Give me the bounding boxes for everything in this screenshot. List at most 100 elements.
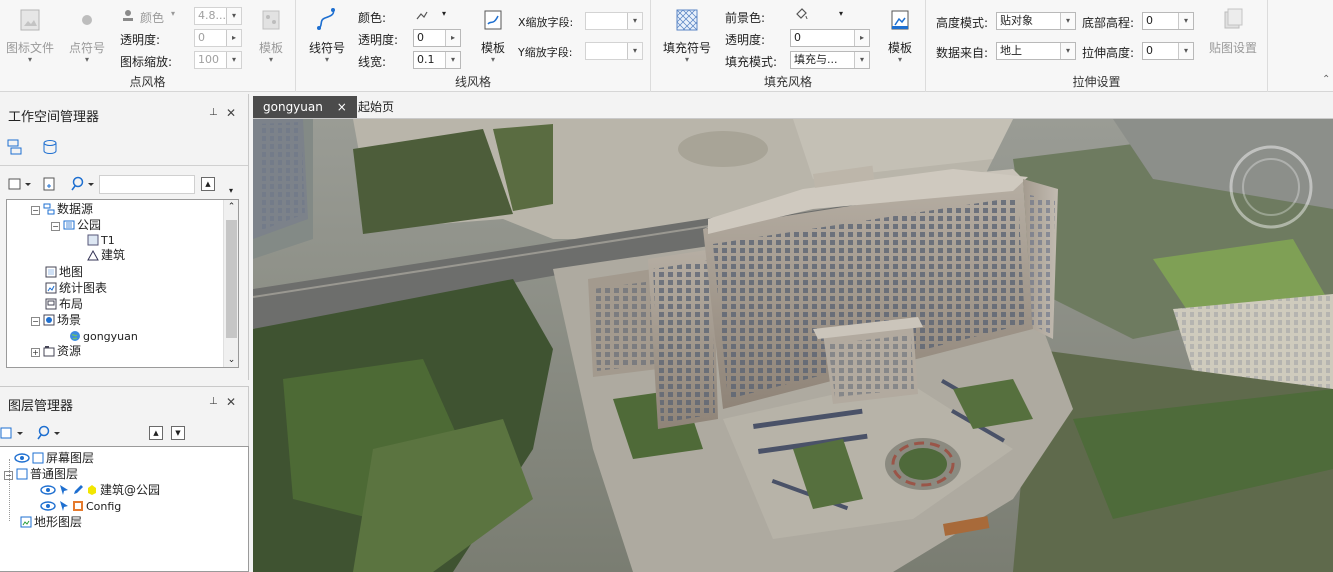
layer-config[interactable]: Config — [40, 499, 121, 514]
workspace-collapse-button[interactable]: ▲ — [201, 177, 215, 191]
visible-eye-icon[interactable] — [40, 500, 56, 512]
layer-terrain[interactable]: 地形图层 — [20, 515, 82, 530]
line-template-icon — [484, 10, 502, 30]
tree-node-building[interactable]: 建筑 — [87, 248, 125, 263]
texture-settings-button[interactable]: 贴图设置 — [1202, 6, 1264, 56]
paint-bucket-icon[interactable] — [793, 6, 809, 22]
scrollbar-thumb[interactable] — [226, 220, 237, 338]
tree-node-park[interactable]: − 公园 — [51, 218, 101, 233]
workspace-more-icon[interactable]: ▾ — [229, 186, 233, 195]
terrain-layer-icon — [20, 516, 32, 528]
screen-layer-icon — [32, 452, 44, 464]
layer-pin-icon[interactable]: ⊥ — [209, 396, 218, 407]
grid-dataset-icon — [87, 234, 99, 246]
tree-node-map[interactable]: 地图 — [45, 265, 83, 280]
layer-close-icon[interactable]: ✕ — [226, 395, 236, 409]
tree-node-resource[interactable]: + 资源 — [31, 344, 81, 359]
workspace-tree-view-icon[interactable] — [6, 138, 24, 156]
workspace-search-input[interactable] — [99, 175, 195, 194]
workspace-stack-icon[interactable] — [40, 138, 58, 156]
point-size-field[interactable]: 4.8... ▾ — [194, 7, 242, 25]
layer-screen[interactable]: 屏幕图层 — [14, 451, 94, 466]
extrude-height-label: 拉伸高度: — [1082, 46, 1135, 60]
layer-add-icon[interactable] — [0, 426, 26, 440]
line-color-picker-icon[interactable] — [414, 7, 430, 23]
scene-icon — [43, 314, 55, 326]
tree-node-t1[interactable]: T1 — [87, 233, 115, 248]
line-template-button[interactable]: 模板 ▾ — [474, 6, 512, 64]
x-scale-field[interactable]: ▾ — [585, 12, 643, 30]
point-icon-scale-label: 图标缩放: — [120, 55, 173, 69]
tab-gongyuan[interactable]: gongyuan × — [253, 96, 357, 118]
bottom-elevation-label: 底部高程: — [1082, 16, 1135, 30]
fill-transparency-field[interactable]: 0 ▸ — [790, 29, 870, 47]
workspace-divider — [0, 165, 248, 166]
map-icon — [45, 266, 57, 278]
line-transparency-label: 透明度: — [358, 33, 399, 47]
tab-close-icon[interactable]: × — [337, 100, 347, 114]
region-dataset-icon — [87, 249, 99, 261]
extrude-settings-group: 高度模式: 贴对象 ▾ 底部高程: 0 ▾ 数据来自: 地上 ▾ 拉伸高度: 0 ▾ 贴… — [926, 0, 1268, 92]
line-width-label: 线宽: — [358, 55, 387, 69]
point-color-dropdown-arrow[interactable]: ▾ — [171, 9, 175, 18]
database-icon — [63, 220, 75, 230]
height-mode-label: 高度模式: — [936, 16, 989, 30]
document-tabs: gongyuan × 起始页 — [253, 94, 1333, 119]
line-symbol-button[interactable]: 线符号 ▾ — [302, 6, 352, 64]
line-color-label: 颜色: — [358, 11, 387, 25]
tree-node-datasource[interactable]: − 数据源 — [31, 202, 93, 217]
y-scale-field[interactable]: ▾ — [585, 42, 643, 60]
extrude-settings-group-title: 拉伸设置 — [1072, 75, 1121, 89]
icon-file-button[interactable]: 图标文件 ▾ — [4, 6, 56, 64]
fill-transparency-label: 透明度: — [725, 33, 766, 47]
tab-start-page[interactable]: 起始页 — [348, 96, 404, 118]
fill-symbol-button[interactable]: 填充符号 ▾ — [657, 6, 717, 64]
layer-move-down-button[interactable]: ▼ — [171, 426, 185, 440]
workspace-search-icon[interactable] — [70, 176, 96, 192]
point-template-button[interactable]: 模板 ▾ — [252, 6, 290, 64]
height-mode-select[interactable]: 贴对象 ▾ — [996, 12, 1076, 30]
point-transparency-field[interactable]: 0 ▸ — [194, 29, 242, 47]
workspace-new-icon[interactable] — [42, 177, 58, 191]
point-icon-scale-field[interactable]: 100 ▾ — [194, 51, 242, 69]
template-icon — [262, 10, 280, 30]
tree-node-chart[interactable]: 统计图表 — [45, 281, 107, 296]
line-transparency-field[interactable]: 0 ▸ — [413, 29, 461, 47]
line-style-group-title: 线风格 — [454, 75, 491, 89]
bottom-elevation-field[interactable]: 0 ▾ — [1142, 12, 1194, 30]
point-color-label[interactable]: 颜色 — [140, 9, 164, 26]
tree-node-layout[interactable]: 布局 — [45, 297, 83, 312]
selectable-cursor-icon[interactable] — [58, 500, 70, 512]
visible-eye-icon[interactable] — [14, 452, 30, 464]
x-scale-label: X缩放字段: — [518, 16, 574, 29]
line-width-field[interactable]: 0.1 ▾ — [413, 51, 461, 69]
workspace-close-icon[interactable]: ✕ — [226, 106, 236, 120]
tree-node-gongyuan[interactable]: gongyuan — [69, 329, 138, 344]
tree-node-scene[interactable]: − 场景 — [31, 313, 81, 328]
fill-style-group-title: 填充风格 — [763, 75, 812, 89]
workspace-tree-scrollbar[interactable]: ⌃ ⌄ — [223, 200, 238, 367]
fill-style-group: 填充符号 ▾ 前景色: ▾ 透明度: 填充模式: 0 ▸ 填充与... ▾ 模板 ▾… — [651, 0, 926, 92]
workspace-pin-icon[interactable]: ⊥ — [209, 107, 218, 118]
layer-building-park[interactable]: 建筑@公园 — [40, 483, 160, 498]
fill-mode-select[interactable]: 填充与... ▾ — [790, 51, 870, 69]
line-color-dropdown-arrow[interactable]: ▾ — [442, 9, 446, 18]
ribbon-collapse-icon[interactable]: ⌃ — [1322, 74, 1330, 85]
scene-viewport[interactable] — [253, 119, 1333, 572]
layer-normal[interactable]: − 普通图层 — [4, 467, 78, 482]
workspace-open-icon[interactable] — [8, 177, 32, 191]
selectable-cursor-icon[interactable] — [58, 484, 70, 496]
point-symbol-icon — [82, 15, 92, 25]
fill-foreground-dropdown-arrow[interactable]: ▾ — [839, 9, 843, 18]
fill-template-button[interactable]: 模板 ▾ — [881, 6, 919, 64]
visible-eye-icon[interactable] — [40, 484, 56, 496]
datasource-icon — [43, 203, 55, 215]
model-layer-icon — [73, 501, 83, 511]
normal-layer-icon — [16, 468, 28, 480]
layer-search-icon[interactable] — [36, 425, 62, 441]
editable-pencil-icon[interactable] — [72, 484, 84, 496]
extrude-height-field[interactable]: 0 ▾ — [1142, 42, 1194, 60]
layer-move-up-button[interactable]: ▲ — [149, 426, 163, 440]
data-from-select[interactable]: 地上 ▾ — [996, 42, 1076, 60]
point-symbol-button[interactable]: 点符号 ▾ — [62, 6, 112, 64]
